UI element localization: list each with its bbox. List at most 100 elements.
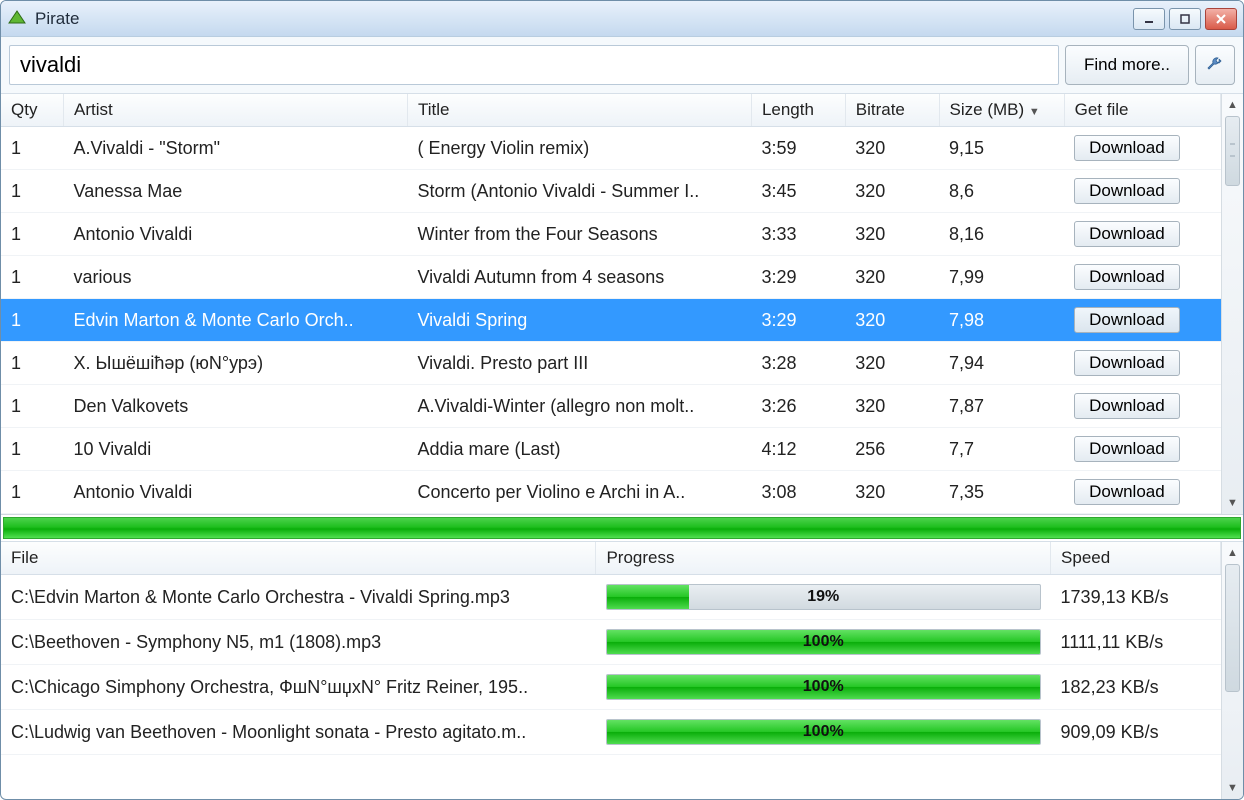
download-progress-cell: 100% xyxy=(596,620,1051,665)
settings-button[interactable] xyxy=(1195,45,1235,85)
table-row[interactable]: 110 VivaldiAddia mare (Last)4:122567,7Do… xyxy=(1,428,1221,471)
cell-qty: 1 xyxy=(1,127,64,170)
download-speed: 909,09 KB/s xyxy=(1051,710,1221,755)
cell-qty: 1 xyxy=(1,170,64,213)
col-header-qty[interactable]: Qty xyxy=(1,94,64,127)
scroll-up-icon[interactable]: ▲ xyxy=(1222,94,1243,116)
download-button[interactable]: Download xyxy=(1074,393,1180,419)
scroll-down-icon[interactable]: ▼ xyxy=(1222,777,1243,799)
search-input[interactable] xyxy=(9,45,1059,85)
titlebar[interactable]: Pirate xyxy=(1,1,1243,37)
wrench-icon xyxy=(1205,53,1225,78)
cell-bitrate: 256 xyxy=(845,428,939,471)
progress-label: 100% xyxy=(607,720,1040,744)
cell-title: Vivaldi. Presto part III xyxy=(407,342,751,385)
cell-get: Download xyxy=(1064,256,1220,299)
cell-size: 8,16 xyxy=(939,213,1064,256)
cell-bitrate: 320 xyxy=(845,299,939,342)
cell-title: Concerto per Violino e Archi in A.. xyxy=(407,471,751,514)
table-row[interactable]: 1Antonio VivaldiWinter from the Four Sea… xyxy=(1,213,1221,256)
download-button[interactable]: Download xyxy=(1074,178,1180,204)
dl-col-header-file[interactable]: File xyxy=(1,542,596,575)
cell-artist: Den Valkovets xyxy=(64,385,408,428)
find-more-button[interactable]: Find more.. xyxy=(1065,45,1189,85)
cell-artist: A.Vivaldi - "Storm" xyxy=(64,127,408,170)
col-header-title[interactable]: Title xyxy=(407,94,751,127)
cell-artist: Antonio Vivaldi xyxy=(64,471,408,514)
cell-length: 3:28 xyxy=(751,342,845,385)
cell-qty: 1 xyxy=(1,428,64,471)
minimize-button[interactable] xyxy=(1133,8,1165,30)
cell-size: 7,35 xyxy=(939,471,1064,514)
col-header-length[interactable]: Length xyxy=(751,94,845,127)
close-button[interactable] xyxy=(1205,8,1237,30)
downloads-scrollbar[interactable]: ▲ ▼ xyxy=(1221,542,1243,799)
cell-length: 3:26 xyxy=(751,385,845,428)
cell-qty: 1 xyxy=(1,385,64,428)
cell-length: 3:45 xyxy=(751,170,845,213)
download-file: C:\Edvin Marton & Monte Carlo Orchestra … xyxy=(1,575,596,620)
cell-title: Storm (Antonio Vivaldi - Summer I.. xyxy=(407,170,751,213)
table-row[interactable]: 1variousVivaldi Autumn from 4 seasons3:2… xyxy=(1,256,1221,299)
dl-col-header-progress[interactable]: Progress xyxy=(596,542,1051,575)
download-row[interactable]: C:\Beethoven - Symphony N5, m1 (1808).mp… xyxy=(1,620,1221,665)
download-button[interactable]: Download xyxy=(1074,350,1180,376)
download-button[interactable]: Download xyxy=(1074,436,1180,462)
download-button[interactable]: Download xyxy=(1074,264,1180,290)
cell-bitrate: 320 xyxy=(845,256,939,299)
download-button[interactable]: Download xyxy=(1074,135,1180,161)
cell-artist: Х. Ышёшіћәр (юN°урэ) xyxy=(64,342,408,385)
table-row[interactable]: 1Х. Ышёшіћәр (юN°урэ)Vivaldi. Presto par… xyxy=(1,342,1221,385)
download-button[interactable]: Download xyxy=(1074,307,1180,333)
cell-bitrate: 320 xyxy=(845,471,939,514)
col-header-size[interactable]: Size (MB) ▼ xyxy=(939,94,1064,127)
results-panel: Qty Artist Title Length Bitrate Size (MB… xyxy=(1,94,1243,515)
cell-title: Vivaldi Autumn from 4 seasons xyxy=(407,256,751,299)
cell-get: Download xyxy=(1064,299,1220,342)
table-row[interactable]: 1Antonio VivaldiConcerto per Violino e A… xyxy=(1,471,1221,514)
table-row[interactable]: 1Vanessa MaeStorm (Antonio Vivaldi - Sum… xyxy=(1,170,1221,213)
progress-label: 19% xyxy=(607,585,1040,609)
cell-get: Download xyxy=(1064,471,1220,514)
table-row[interactable]: 1A.Vivaldi - "Storm"( Energy Violin remi… xyxy=(1,127,1221,170)
dl-col-header-speed[interactable]: Speed xyxy=(1051,542,1221,575)
download-row[interactable]: C:\Edvin Marton & Monte Carlo Orchestra … xyxy=(1,575,1221,620)
cell-artist: Vanessa Mae xyxy=(64,170,408,213)
table-row[interactable]: 1Den ValkovetsA.Vivaldi-Winter (allegro … xyxy=(1,385,1221,428)
progress-label: 100% xyxy=(607,630,1040,654)
cell-qty: 1 xyxy=(1,256,64,299)
cell-size: 7,98 xyxy=(939,299,1064,342)
download-row[interactable]: C:\Chicago Simphony Orchestra, ФшN°шџхN°… xyxy=(1,665,1221,710)
results-scrollbar[interactable]: ▲ ▼ xyxy=(1221,94,1243,514)
download-row[interactable]: C:\Ludwig van Beethoven - Moonlight sona… xyxy=(1,710,1221,755)
cell-bitrate: 320 xyxy=(845,170,939,213)
col-header-bitrate[interactable]: Bitrate xyxy=(845,94,939,127)
search-bar: Find more.. xyxy=(1,37,1243,94)
download-speed: 1111,11 KB/s xyxy=(1051,620,1221,665)
cell-length: 3:59 xyxy=(751,127,845,170)
download-file: C:\Ludwig van Beethoven - Moonlight sona… xyxy=(1,710,596,755)
progress-bar: 19% xyxy=(606,584,1041,610)
download-button[interactable]: Download xyxy=(1074,221,1180,247)
table-row[interactable]: 1Edvin Marton & Monte Carlo Orch..Vivald… xyxy=(1,299,1221,342)
cell-qty: 1 xyxy=(1,299,64,342)
progress-bar: 100% xyxy=(606,719,1041,745)
download-progress-cell: 19% xyxy=(596,575,1051,620)
scroll-down-icon[interactable]: ▼ xyxy=(1222,492,1243,514)
cell-bitrate: 320 xyxy=(845,385,939,428)
col-header-artist[interactable]: Artist xyxy=(64,94,408,127)
cell-qty: 1 xyxy=(1,213,64,256)
download-button[interactable]: Download xyxy=(1074,479,1180,505)
cell-length: 3:29 xyxy=(751,299,845,342)
progress-label: 100% xyxy=(607,675,1040,699)
cell-get: Download xyxy=(1064,170,1220,213)
cell-bitrate: 320 xyxy=(845,127,939,170)
maximize-button[interactable] xyxy=(1169,8,1201,30)
download-progress-cell: 100% xyxy=(596,710,1051,755)
col-header-get[interactable]: Get file xyxy=(1064,94,1220,127)
downloads-panel: File Progress Speed C:\Edvin Marton & Mo… xyxy=(1,541,1243,799)
sort-desc-icon: ▼ xyxy=(1029,106,1040,118)
cell-size: 7,94 xyxy=(939,342,1064,385)
download-file: C:\Chicago Simphony Orchestra, ФшN°шџхN°… xyxy=(1,665,596,710)
scroll-up-icon[interactable]: ▲ xyxy=(1222,542,1243,564)
